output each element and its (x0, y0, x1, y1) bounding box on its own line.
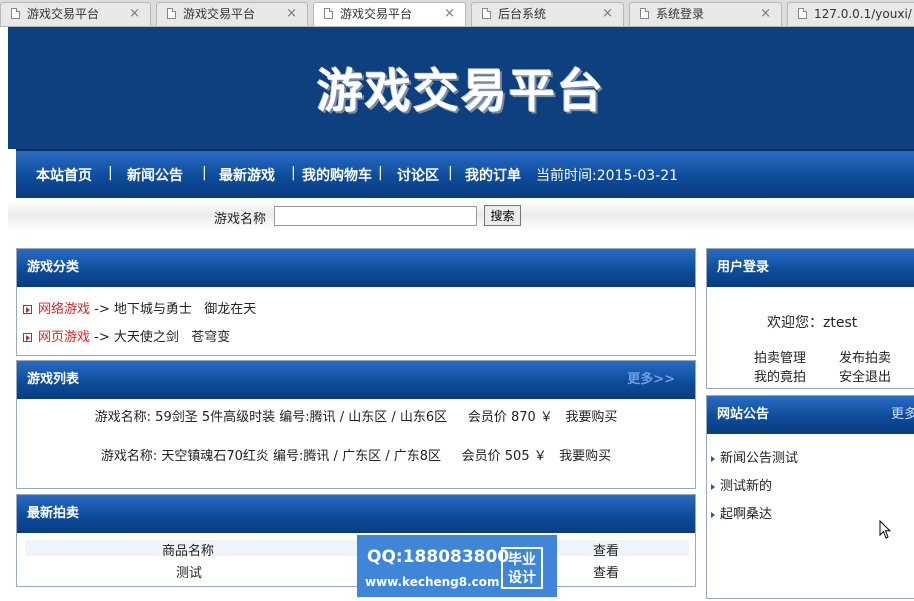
auction-item-name: 测试 (176, 566, 203, 581)
bullet-icon (711, 511, 715, 518)
browser-tab-active[interactable]: 游戏交易平台 × (313, 2, 466, 26)
panel-title-text: 用户登录 (717, 260, 770, 275)
view-link[interactable]: 查看 (593, 562, 619, 581)
nav-item-cart[interactable]: 我的购物车 (302, 165, 372, 185)
browser-tab[interactable]: 游戏交易平台 × (156, 2, 308, 26)
page-icon (640, 8, 649, 19)
nav-separator: | (448, 165, 453, 181)
game-list-panel: 游戏列表 更多>> 游戏名称: 59剑圣 5件高级时装 编号:腾讯 / 山东区 … (16, 360, 696, 489)
browser-tab[interactable]: 游戏交易平台 × (0, 2, 151, 26)
link-auction-manage[interactable]: 拍卖管理 (754, 347, 806, 366)
close-icon[interactable]: × (602, 3, 613, 25)
page-icon (482, 8, 491, 19)
browser-tab-bar: 游戏交易平台 × 游戏交易平台 × 游戏交易平台 × 后台系统 × 系统登录 ×… (0, 0, 914, 27)
link-publish-auction[interactable]: 发布拍卖 (839, 347, 891, 366)
search-button[interactable]: 搜索 (484, 205, 521, 226)
nav-item-latest-games[interactable]: 最新游戏 (219, 165, 275, 185)
badge-line: 毕业 (508, 552, 536, 568)
expand-icon[interactable] (23, 305, 32, 314)
auction-panel-title: 最新拍卖 (17, 495, 695, 533)
browser-tab[interactable]: 127.0.0.1/youxi/ (787, 2, 914, 26)
panel-title-text: 游戏分类 (27, 260, 80, 275)
watermark-badge: 毕业 设计 (501, 547, 543, 589)
main-nav: 本站首页 | 新闻公告 | 最新游戏 | 我的购物车 | 讨论区 | 我的订单 … (16, 149, 914, 198)
tab-label: 后台系统 (498, 7, 547, 21)
more-link[interactable]: 更多>> (627, 361, 675, 399)
category-row: 网页游戏 -> 大天使之剑 苍穹变 (23, 326, 230, 345)
tab-label: 系统登录 (656, 7, 705, 21)
category-panel: 游戏分类 网络游戏 -> 地下城与勇士 御龙在天 网页游戏 -> 大天使之剑 苍… (16, 248, 696, 356)
link-my-bids[interactable]: 我的竟拍 (754, 366, 806, 385)
arrow-text: -> (94, 330, 110, 345)
nav-item-news[interactable]: 新闻公告 (127, 165, 183, 185)
search-input[interactable] (274, 206, 477, 226)
arrow-text: -> (94, 302, 110, 317)
column-header-view: 查看 (593, 544, 620, 559)
close-icon[interactable]: × (444, 3, 455, 25)
nav-separator: | (291, 165, 296, 181)
notice-item[interactable]: 测试新的 (711, 475, 772, 494)
site-title: 游戏交易平台 (317, 64, 605, 118)
page-icon (167, 8, 176, 19)
category-games[interactable]: 地下城与勇士 御龙在天 (114, 302, 256, 317)
nav-separator: | (378, 165, 383, 181)
link-logout[interactable]: 安全退出 (839, 366, 891, 385)
browser-tab[interactable]: 后台系统 × (471, 2, 624, 26)
mouse-cursor-icon (879, 520, 891, 539)
nav-separator: | (202, 165, 207, 181)
category-row: 网络游戏 -> 地下城与勇士 御龙在天 (23, 298, 256, 317)
panel-title-text: 网站公告 (717, 407, 770, 422)
browser-tab[interactable]: 系统登录 × (629, 2, 782, 26)
column-header-name: 商品名称 (162, 544, 215, 559)
notice-text[interactable]: 起啊桑达 (720, 507, 772, 522)
category-panel-title: 游戏分类 (17, 249, 695, 287)
category-link[interactable]: 网络游戏 (38, 302, 90, 317)
tab-label: 127.0.0.1/youxi/ (814, 7, 912, 21)
site-banner: 游戏交易平台 (8, 27, 914, 149)
notice-text[interactable]: 新闻公告测试 (720, 451, 798, 466)
login-panel: 用户登录 欢迎您：ztest 拍卖管理 发布拍卖 我的竟拍 安全退出 (706, 248, 914, 389)
notice-panel: 网站公告 更多 新闻公告测试 测试新的 起啊桑达 (706, 395, 914, 599)
more-link[interactable]: 更多 (891, 396, 914, 434)
nav-item-orders[interactable]: 我的订单 (465, 165, 521, 185)
watermark-qq: QQ:188083800 (367, 547, 510, 567)
game-list-item[interactable]: 游戏名称: 天空镇魂石70红炎 编号:腾讯 / 广东区 / 广东8区 会员价 5… (17, 445, 695, 464)
notice-item[interactable]: 起啊桑达 (711, 503, 772, 522)
close-icon[interactable]: × (286, 3, 297, 25)
category-games[interactable]: 大天使之剑 苍穹变 (114, 330, 230, 345)
login-panel-title: 用户登录 (707, 249, 914, 287)
watermark: QQ:188083800 www.kecheng8.com 毕业 设计 (357, 535, 557, 597)
watermark-url: www.kecheng8.com (365, 575, 500, 589)
welcome-text: 欢迎您：ztest (767, 315, 858, 331)
game-list-panel-title: 游戏列表 更多>> (17, 361, 695, 399)
page-icon (798, 8, 807, 19)
nav-separator: | (108, 165, 113, 181)
notice-text[interactable]: 测试新的 (720, 479, 772, 494)
bullet-icon (711, 483, 715, 490)
close-icon[interactable]: × (129, 3, 140, 25)
page-icon (324, 8, 333, 19)
panel-title-text: 游戏列表 (27, 372, 80, 387)
tab-label: 游戏交易平台 (183, 7, 256, 21)
notice-item[interactable]: 新闻公告测试 (711, 447, 798, 466)
category-link[interactable]: 网页游戏 (38, 330, 90, 345)
auction-panel: 最新拍卖 商品名称 查看 测试 查看 (16, 494, 696, 587)
bullet-icon (711, 455, 715, 462)
search-label: 游戏名称 (214, 212, 267, 227)
page-icon (11, 8, 20, 19)
current-date: 当前时间:2015-03-21 (536, 168, 679, 184)
notice-panel-title: 网站公告 更多 (707, 396, 914, 434)
close-icon[interactable]: × (760, 3, 771, 25)
expand-icon[interactable] (23, 333, 32, 342)
game-list-item[interactable]: 游戏名称: 59剑圣 5件高级时装 编号:腾讯 / 山东区 / 山东6区 会员价… (17, 406, 695, 425)
nav-item-home[interactable]: 本站首页 (36, 165, 92, 185)
nav-item-forum[interactable]: 讨论区 (397, 165, 439, 185)
tab-label: 游戏交易平台 (27, 7, 100, 21)
badge-line: 设计 (508, 570, 536, 586)
panel-title-text: 最新拍卖 (27, 506, 80, 521)
search-bar: 游戏名称 搜索 (8, 200, 914, 230)
tab-label: 游戏交易平台 (340, 7, 413, 21)
